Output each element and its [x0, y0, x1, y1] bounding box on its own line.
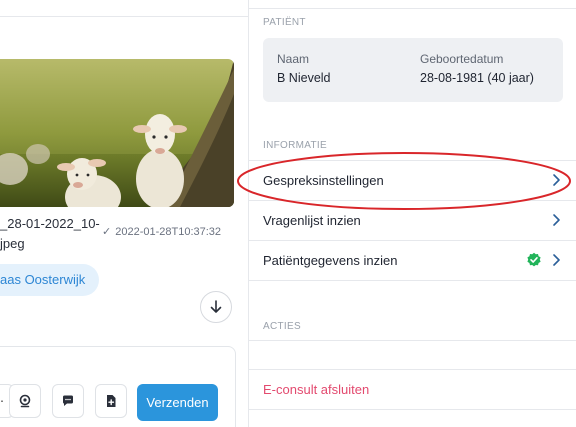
timestamp-text: 2022-01-28T10:37:32 — [115, 225, 222, 238]
image-attachment[interactable] — [0, 59, 234, 207]
chat-pane: _28-01-2022_10- jpeg ✓ 2022-01-28T10:37:… — [0, 0, 248, 427]
sent-check-icon: ✓ — [102, 226, 112, 238]
webcam-icon — [19, 394, 31, 408]
end-consult-button[interactable]: E-consult afsluiten — [249, 369, 576, 410]
verified-badge-icon — [527, 252, 541, 267]
name-label: Naam — [277, 52, 310, 66]
filename-line-2: jpeg — [0, 236, 25, 251]
info-item-label: Patiëntgegevens inzien — [263, 253, 398, 268]
scroll-down-button[interactable] — [200, 291, 232, 323]
name-value: B Nieveld — [277, 71, 331, 85]
dob-value: 28-08-1981 (40 jaar) — [420, 71, 534, 85]
chevron-right-icon — [553, 174, 560, 186]
webcam-button[interactable] — [9, 384, 41, 418]
divider — [249, 8, 576, 9]
attach-icon: ⋯ — [0, 394, 4, 408]
patient-section-title: PATIËNT — [263, 17, 306, 28]
chevron-right-icon — [553, 254, 560, 266]
add-file-button[interactable] — [95, 384, 127, 418]
attachment-filename: _28-01-2022_10- jpeg — [0, 214, 100, 254]
patient-sidebar: PATIËNT Naam B Nieveld Geboortedatum 28-… — [249, 0, 576, 427]
chat-bubble-icon — [63, 395, 73, 406]
send-button[interactable]: Verzenden — [137, 384, 218, 421]
lambs-photo — [0, 59, 234, 207]
message-template-button[interactable] — [52, 384, 84, 418]
sender-chip[interactable]: aas Oosterwijk — [0, 264, 100, 296]
info-item-vragenlijst[interactable]: Vragenlijst inzien — [249, 200, 576, 240]
info-item-patientgegevens[interactable]: Patiëntgegevens inzien — [249, 240, 576, 281]
arrow-down-icon — [210, 300, 222, 313]
divider — [0, 16, 248, 17]
dob-label: Geboortedatum — [420, 52, 504, 66]
end-consult-label: E-consult afsluiten — [263, 382, 370, 397]
file-add-icon — [107, 395, 116, 407]
patient-card: Naam B Nieveld Geboortedatum 28-08-1981 … — [263, 38, 563, 102]
info-item-label: Vragenlijst inzien — [263, 213, 361, 228]
chevron-right-icon — [553, 214, 560, 226]
info-item-label: Gespreksinstellingen — [263, 173, 384, 188]
message-timestamp: ✓ 2022-01-28T10:37:32 — [102, 225, 222, 239]
actions-section-title: ACTIES — [263, 321, 301, 332]
info-item-gespreksinstellingen[interactable]: Gespreksinstellingen — [249, 160, 576, 200]
filename-line-1: _28-01-2022_10- — [0, 216, 100, 231]
info-section-title: INFORMATIE — [263, 140, 327, 151]
